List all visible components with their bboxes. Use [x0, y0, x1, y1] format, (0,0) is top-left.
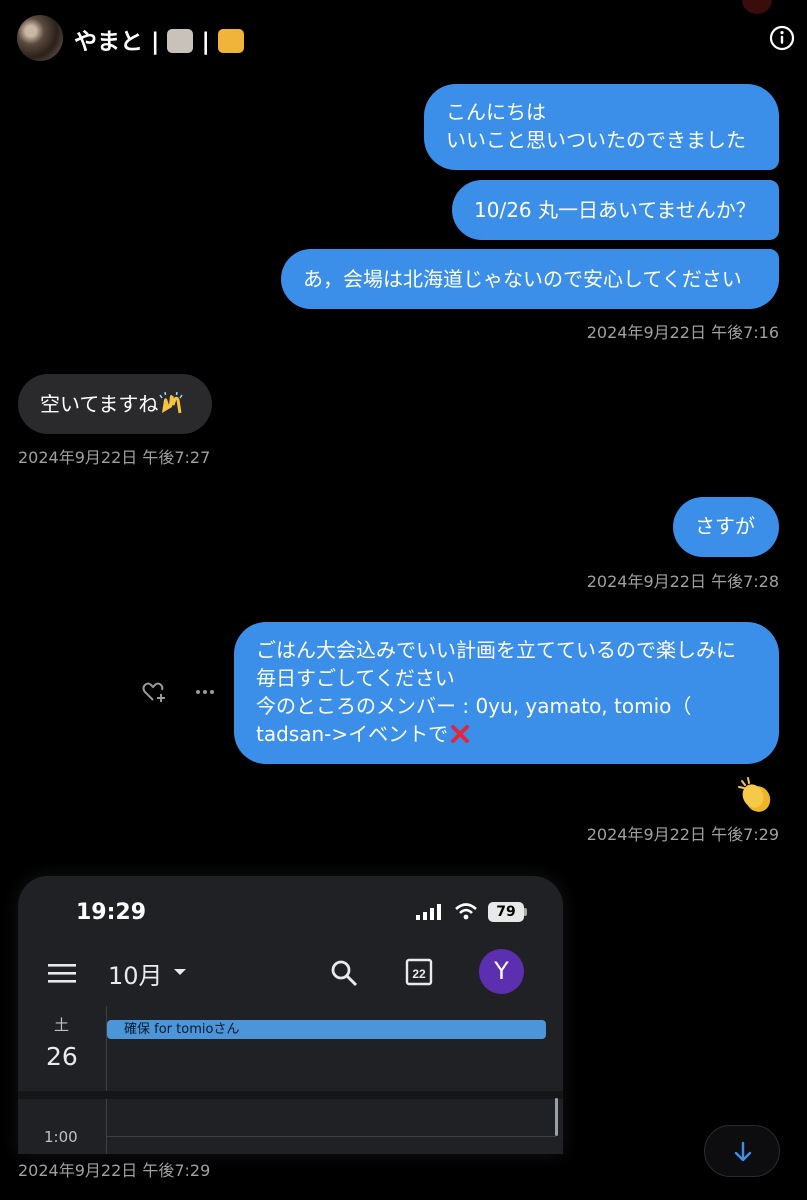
- info-icon[interactable]: [769, 25, 795, 51]
- coffee-emoji: [167, 29, 194, 53]
- status-bar-time: 19:29: [76, 900, 147, 925]
- timestamp: 2024年9月22日 午後7:29: [586, 825, 779, 844]
- battery-tip: [524, 908, 527, 916]
- chevron-down-icon: [174, 969, 186, 975]
- timestamp: 2024年9月22日 午後7:16: [586, 323, 779, 342]
- hour-label: 1:00: [44, 1128, 78, 1146]
- raising-hands-emoji: [159, 391, 184, 414]
- cat-emoji: [217, 29, 244, 53]
- timestamp: 2024年9月22日 午後7:28: [586, 572, 779, 591]
- message-bubble-outgoing[interactable]: ごはん大会込みでいい計画を立てているので楽しみに 毎日すごしてください 今のとこ…: [234, 622, 779, 764]
- message-text: あ，会場は北海道じゃないので安心してください: [303, 267, 742, 291]
- message-bubble-outgoing[interactable]: さすが: [673, 497, 779, 557]
- message-bubble-outgoing[interactable]: こんにちは いいこと思いついたのできました: [424, 84, 779, 170]
- message-bubble-outgoing[interactable]: あ，会場は北海道じゃないので安心してください: [281, 249, 779, 309]
- message-text: いいこと思いついたのできました: [446, 128, 746, 152]
- message-text: 10/26 丸一日あいてませんか？: [474, 198, 756, 222]
- heart-add-icon[interactable]: [141, 680, 167, 704]
- arrow-down-icon: [734, 1141, 752, 1162]
- message-text: ごはん大会込みでいい計画を立てているので楽しみに: [256, 638, 736, 662]
- calendar-event: 確保 for tomioさん: [107, 1020, 546, 1039]
- chat-header: やまと | |: [0, 0, 807, 76]
- search-icon: [331, 960, 358, 987]
- day-of-week: 土: [54, 1016, 70, 1034]
- message-text: 空いてますね: [40, 392, 159, 416]
- today-number: 22: [412, 967, 426, 981]
- wifi-icon: [455, 903, 477, 920]
- message-bubble-incoming[interactable]: 空いてますね: [18, 374, 212, 434]
- menu-icon: [48, 964, 76, 983]
- scrollbar: [555, 1098, 558, 1136]
- message-bubble-outgoing[interactable]: 10/26 丸一日あいてませんか？: [452, 180, 779, 240]
- clapping-hands-reaction[interactable]: [736, 775, 776, 815]
- message-text: さすが: [695, 514, 755, 538]
- day-number: 26: [46, 1042, 78, 1071]
- account-avatar: Y: [479, 949, 524, 994]
- chat-title[interactable]: やまと | |: [74, 22, 244, 56]
- calendar-today-icon: 22: [405, 958, 433, 986]
- image-attachment[interactable]: 19:29 79 10月 22 Y 土 26 確保 for tomioさん 1:…: [18, 876, 563, 1154]
- divider: [106, 1136, 556, 1137]
- divider: [18, 1091, 563, 1099]
- month-selector: 10月: [108, 962, 163, 990]
- scroll-to-bottom-button[interactable]: [704, 1125, 780, 1177]
- message-text: 今のところのメンバー : 0yu, yamato, tomio（: [256, 694, 692, 718]
- more-icon[interactable]: [193, 680, 217, 704]
- message-text: tadsan->イベントで: [256, 722, 449, 746]
- battery-level: 79: [488, 902, 524, 922]
- message-text: こんにちは: [446, 100, 546, 124]
- chat-title-name: やまと |: [74, 29, 160, 55]
- timestamp: 2024年9月22日 午後7:29: [18, 1161, 211, 1180]
- message-text: 毎日すごしてください: [256, 666, 455, 690]
- notification-dot: [742, 0, 772, 14]
- chat-title-separator: |: [201, 29, 210, 55]
- avatar[interactable]: [17, 15, 63, 61]
- cross-mark-emoji: [451, 725, 470, 743]
- timestamp: 2024年9月22日 午後7:27: [18, 448, 211, 467]
- signal-icon: [416, 904, 441, 920]
- message-text-line: tadsan->イベントで: [256, 720, 757, 748]
